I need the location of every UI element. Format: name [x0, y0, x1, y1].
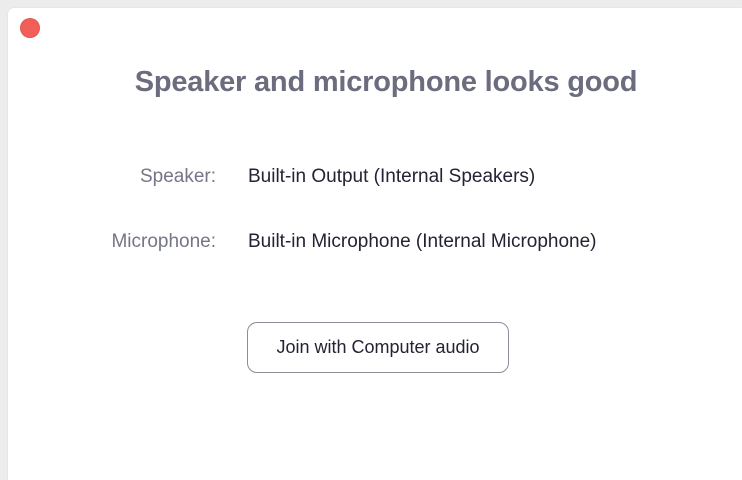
speaker-row: Speaker: Built-in Output (Internal Speak…: [8, 162, 742, 192]
audio-test-window: Speaker and microphone looks good Speake…: [8, 8, 742, 480]
microphone-device-name: Built-in Microphone (Internal Microphone…: [248, 231, 597, 252]
microphone-label: Microphone:: [111, 231, 216, 252]
speaker-device-name: Built-in Output (Internal Speakers): [248, 166, 536, 187]
page-title: Speaker and microphone looks good: [134, 66, 638, 98]
join-computer-audio-button[interactable]: Join with Computer audio: [247, 322, 509, 373]
speaker-label: Speaker:: [139, 166, 216, 187]
close-window-button[interactable]: [20, 18, 40, 38]
microphone-row: Microphone: Built-in Microphone (Interna…: [8, 227, 742, 257]
